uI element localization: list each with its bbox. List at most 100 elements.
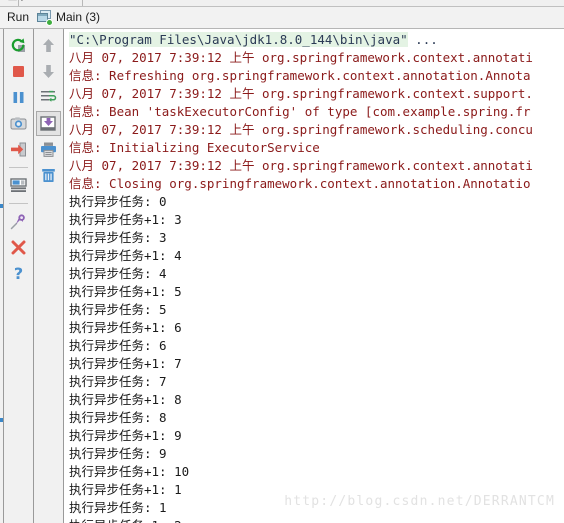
console-line-text: 信息: Closing org.springframework.context.… bbox=[69, 176, 531, 191]
rerun-button[interactable] bbox=[6, 33, 31, 58]
console-line: 执行异步任务: 7 bbox=[69, 373, 564, 391]
console-line-text: 执行异步任务+1: 6 bbox=[69, 320, 182, 335]
clear-all-button[interactable] bbox=[36, 163, 61, 188]
dump-threads-button[interactable] bbox=[6, 111, 31, 136]
pin-tab-button[interactable] bbox=[6, 209, 31, 234]
console-line-text: 信息: Refreshing org.springframework.conte… bbox=[69, 68, 531, 83]
run-configuration-icon bbox=[37, 10, 54, 26]
print-button[interactable] bbox=[36, 137, 61, 162]
soft-wrap-icon bbox=[41, 90, 57, 102]
gutter-marker bbox=[0, 204, 3, 208]
console-line-text: 执行异步任务: 6 bbox=[69, 338, 167, 353]
gutter-marker bbox=[0, 418, 3, 422]
console-line: 八月 07, 2017 7:39:12 上午 org.springframewo… bbox=[69, 49, 564, 67]
toolbar-separator bbox=[9, 167, 28, 168]
arrow-up-icon bbox=[43, 39, 54, 52]
clipped-editor-toolbar-strip: ‹ ▭ ▸ ▪▪▪▪ ▪ ▪ ▪▪▪▪▪ ▪ ▪ ▪ ▪▪▪▪▪▪▪▪▪▪ ▪ … bbox=[0, 0, 564, 7]
run-primary-toolbar: ? bbox=[4, 29, 34, 523]
pause-icon bbox=[13, 92, 24, 103]
console-line-text: 执行异步任务: 9 bbox=[69, 446, 167, 461]
console-line: 执行异步任务+1: 2 bbox=[69, 517, 564, 523]
run-window-body: ? "C:\Program Files\Java\jdk1.8.0_144\bi… bbox=[0, 29, 564, 523]
pause-button[interactable] bbox=[6, 85, 31, 110]
console-line: 八月 07, 2017 7:39:12 上午 org.springframewo… bbox=[69, 121, 564, 139]
close-button[interactable] bbox=[6, 235, 31, 260]
layout-settings-button[interactable] bbox=[6, 173, 31, 198]
run-window-header: Run Main (3) bbox=[0, 7, 564, 29]
console-line: 八月 07, 2017 7:39:12 上午 org.springframewo… bbox=[69, 157, 564, 175]
console-line-text: 八月 07, 2017 7:39:12 上午 org.springframewo… bbox=[69, 86, 533, 101]
console-line: 信息: Bean 'taskExecutorConfig' of type [c… bbox=[69, 103, 564, 121]
console-line-text: 八月 07, 2017 7:39:12 上午 org.springframewo… bbox=[69, 50, 533, 65]
console-line: 八月 07, 2017 7:39:12 上午 org.springframewo… bbox=[69, 85, 564, 103]
console-line: 执行异步任务: 0 bbox=[69, 193, 564, 211]
console-line-text: 八月 07, 2017 7:39:12 上午 org.springframewo… bbox=[69, 158, 533, 173]
console-line-text: 执行异步任务+1: 8 bbox=[69, 392, 182, 407]
console-line-text: 执行异步任务: 0 bbox=[69, 194, 167, 209]
console-marker-gutter[interactable] bbox=[0, 29, 4, 523]
console-line-text: 执行异步任务+1: 4 bbox=[69, 248, 182, 263]
console-line: 执行异步任务+1: 10 bbox=[69, 463, 564, 481]
console-output[interactable]: "C:\Program Files\Java\jdk1.8.0_144\bin\… bbox=[64, 29, 564, 523]
run-tool-window: ‹ ▭ ▸ ▪▪▪▪ ▪ ▪ ▪▪▪▪▪ ▪ ▪ ▪ ▪▪▪▪▪▪▪▪▪▪ ▪ … bbox=[0, 0, 564, 523]
scroll-to-end-icon bbox=[40, 116, 56, 131]
console-line-text: 执行异步任务: 5 bbox=[69, 302, 167, 317]
console-line-command: "C:\Program Files\Java\jdk1.8.0_144\bin\… bbox=[69, 32, 408, 47]
run-secondary-toolbar bbox=[34, 29, 64, 523]
camera-icon bbox=[10, 117, 27, 130]
close-icon bbox=[11, 240, 26, 255]
console-line: 信息: Closing org.springframework.context.… bbox=[69, 175, 564, 193]
rerun-icon bbox=[11, 38, 25, 52]
up-the-stack-trace-button[interactable] bbox=[36, 33, 61, 58]
console-line-text: 执行异步任务+1: 3 bbox=[69, 212, 182, 227]
console-line: 执行异步任务+1: 4 bbox=[69, 247, 564, 265]
watermark-text: http://blog.csdn.net/DERRANTCM bbox=[284, 494, 555, 509]
console-line-text: 执行异步任务: 4 bbox=[69, 266, 167, 281]
console-line-text: 八月 07, 2017 7:39:12 上午 org.springframewo… bbox=[69, 122, 533, 137]
console-lines: "C:\Program Files\Java\jdk1.8.0_144\bin\… bbox=[69, 31, 564, 523]
run-window-title: Run bbox=[7, 10, 30, 24]
console-line: 执行异步任务: 4 bbox=[69, 265, 564, 283]
printer-icon bbox=[41, 142, 56, 157]
console-line: 执行异步任务+1: 9 bbox=[69, 427, 564, 445]
console-line: 执行异步任务+1: 8 bbox=[69, 391, 564, 409]
console-line-text: 执行异步任务+1: 10 bbox=[69, 464, 190, 479]
console-line-text: 信息: Initializing ExecutorService bbox=[69, 140, 320, 155]
pin-icon bbox=[10, 214, 25, 230]
strip-divider-2 bbox=[82, 0, 83, 6]
console-line-text: 执行异步任务+1: 5 bbox=[69, 284, 182, 299]
console-line: 执行异步任务: 6 bbox=[69, 337, 564, 355]
console-line: 执行异步任务+1: 5 bbox=[69, 283, 564, 301]
toolbar-separator bbox=[9, 203, 28, 204]
console-line: 执行异步任务: 3 bbox=[69, 229, 564, 247]
console-line: 执行异步任务+1: 6 bbox=[69, 319, 564, 337]
arrow-down-icon bbox=[43, 65, 54, 78]
console-line: "C:\Program Files\Java\jdk1.8.0_144\bin\… bbox=[69, 31, 564, 49]
exit-button[interactable] bbox=[6, 137, 31, 162]
soft-wrap-button[interactable] bbox=[36, 85, 61, 110]
down-the-stack-trace-button[interactable] bbox=[36, 59, 61, 84]
console-line: 执行异步任务+1: 7 bbox=[69, 355, 564, 373]
console-line-text: ... bbox=[407, 32, 438, 47]
console-line: 执行异步任务: 9 bbox=[69, 445, 564, 463]
stop-button[interactable] bbox=[6, 59, 31, 84]
console-line-text: 执行异步任务+1: 1 bbox=[69, 482, 182, 497]
console-line: 信息: Initializing ExecutorService bbox=[69, 139, 564, 157]
run-tab-main[interactable]: Main (3) bbox=[35, 7, 109, 28]
console-line-text: 执行异步任务: 1 bbox=[69, 500, 167, 515]
console-line: 信息: Refreshing org.springframework.conte… bbox=[69, 67, 564, 85]
console-line-text: 执行异步任务: 3 bbox=[69, 230, 167, 245]
scroll-to-end-button[interactable] bbox=[36, 111, 61, 136]
console-line-text: 执行异步任务+1: 7 bbox=[69, 356, 182, 371]
exit-arrow-icon bbox=[11, 142, 26, 157]
question-mark-icon: ? bbox=[14, 265, 23, 282]
run-tab-label: Main (3) bbox=[56, 10, 101, 24]
svg-text:?: ? bbox=[14, 265, 23, 282]
console-line: 执行异步任务: 8 bbox=[69, 409, 564, 427]
console-line-text: 执行异步任务: 8 bbox=[69, 410, 167, 425]
help-button[interactable]: ? bbox=[6, 261, 31, 286]
trash-icon bbox=[42, 169, 55, 182]
strip-divider-1 bbox=[18, 0, 19, 6]
console-line: 执行异步任务+1: 3 bbox=[69, 211, 564, 229]
console-line-text: 执行异步任务+1: 2 bbox=[69, 518, 182, 523]
